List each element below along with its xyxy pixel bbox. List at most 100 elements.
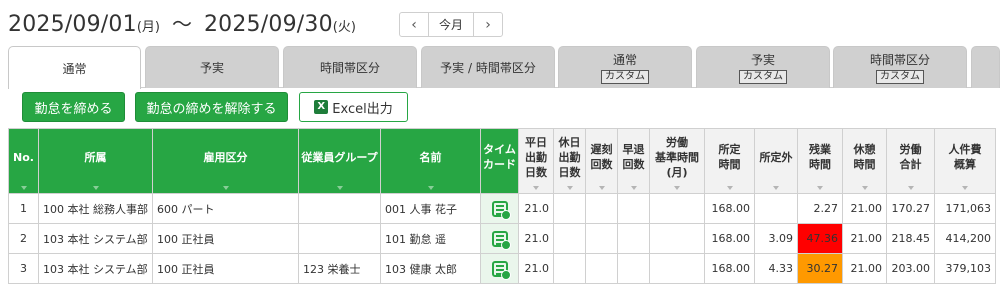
tab-label: 時間帯区分 bbox=[869, 53, 930, 67]
cell-name[interactable]: 103 健康 太郎 bbox=[380, 253, 481, 284]
cell-scheduled: 168.00 bbox=[704, 253, 755, 284]
tab-label: 通常 bbox=[62, 61, 87, 76]
cell-name[interactable]: 001 人事 花子 bbox=[380, 193, 481, 224]
cell-timecard bbox=[480, 253, 519, 284]
cell-late bbox=[585, 253, 618, 284]
col-early[interactable]: 早退 回数 bbox=[617, 128, 650, 194]
cell-labor-total: 218.45 bbox=[886, 223, 935, 254]
cell-name[interactable]: 101 勤怠 遥 bbox=[380, 223, 481, 254]
period-tilde: ～ bbox=[171, 12, 192, 36]
cell-break: 21.00 bbox=[842, 253, 887, 284]
cell-timecard bbox=[480, 193, 519, 224]
excel-icon: X bbox=[314, 100, 329, 114]
period-nav: ‹ 今月 › bbox=[399, 12, 503, 37]
table-row: 3 103 本社 システム部 100 正社員 123 栄養士 103 健康 太郎… bbox=[8, 253, 996, 284]
cell-weekday-days: 21.0 bbox=[518, 223, 554, 254]
timecard-icon[interactable] bbox=[491, 230, 511, 250]
col-scheduled[interactable]: 所定 時間 bbox=[704, 128, 755, 194]
tab-custom-badge: カスタム bbox=[601, 70, 649, 84]
excel-export-button[interactable]: X Excel出力 bbox=[299, 92, 408, 122]
cell-early bbox=[617, 223, 650, 254]
col-overtime[interactable]: 残業 時間 bbox=[797, 128, 843, 194]
col-emp-type[interactable]: 雇用区分 bbox=[152, 128, 299, 194]
tab-time-zone[interactable]: 時間帯区分 bbox=[283, 46, 417, 88]
cell-group bbox=[298, 223, 381, 254]
cell-late bbox=[585, 223, 618, 254]
col-labor-total[interactable]: 労働 合計 bbox=[886, 128, 935, 194]
excel-export-label: Excel出力 bbox=[332, 101, 393, 117]
col-group[interactable]: 従業員グループ bbox=[298, 128, 381, 194]
tab-label: 予実 bbox=[750, 53, 775, 67]
cell-no: 1 bbox=[8, 193, 39, 224]
col-break[interactable]: 休憩 時間 bbox=[842, 128, 887, 194]
cell-scheduled: 168.00 bbox=[704, 223, 755, 254]
cell-labor-base bbox=[649, 223, 705, 254]
cell-weekday-days: 21.0 bbox=[518, 253, 554, 284]
col-cost[interactable]: 人件費 概算 bbox=[934, 128, 996, 194]
cell-no: 3 bbox=[8, 253, 39, 284]
tab-time-zone-custom[interactable]: 時間帯区分 カスタム bbox=[833, 46, 967, 88]
cell-labor-total: 170.27 bbox=[886, 193, 935, 224]
cell-timecard bbox=[480, 223, 519, 254]
col-timecard: タイム カード bbox=[480, 128, 519, 194]
period-start-dow: (月) bbox=[136, 20, 160, 35]
tab-plan-actual-custom[interactable]: 予実 カスタム bbox=[696, 46, 830, 88]
unclose-attendance-button[interactable]: 勤怠の締めを解除する bbox=[135, 92, 288, 122]
timecard-icon[interactable] bbox=[491, 260, 511, 280]
cell-no: 2 bbox=[8, 223, 39, 254]
cell-labor-base bbox=[649, 193, 705, 224]
cell-late bbox=[585, 193, 618, 224]
chevron-left-icon[interactable]: ‹ bbox=[400, 13, 428, 36]
cell-break: 21.00 bbox=[842, 193, 887, 224]
cell-dept: 100 本社 総務人事部 bbox=[38, 193, 153, 224]
tab-custom-badge: カスタム bbox=[739, 70, 787, 84]
cell-early bbox=[617, 253, 650, 284]
tab-normal-custom[interactable]: 通常 カスタム bbox=[558, 46, 692, 88]
table-row: 2 103 本社 システム部 100 正社員 101 勤怠 遥 21.0 168… bbox=[8, 223, 996, 254]
cell-break: 21.00 bbox=[842, 223, 887, 254]
cell-non-scheduled bbox=[754, 193, 798, 224]
col-holiday-days[interactable]: 休日 出勤 日数 bbox=[553, 128, 586, 194]
tab-plan-actual-time-zone[interactable]: 予実 / 時間帯区分 bbox=[421, 46, 555, 88]
cell-early bbox=[617, 193, 650, 224]
tab-more[interactable] bbox=[971, 46, 1000, 88]
view-tabs: 通常 予実 時間帯区分 予実 / 時間帯区分 通常 カスタム 予実 カスタム 時… bbox=[8, 46, 1000, 89]
col-non-scheduled[interactable]: 所定外 bbox=[754, 128, 798, 194]
col-labor-base[interactable]: 労働 基準時間 (月) bbox=[649, 128, 705, 194]
cell-holiday-days bbox=[553, 223, 586, 254]
attendance-table: No. 所属 雇用区分 従業員グループ 名前 タイム カード 平日 出勤 日数 休日出… bbox=[8, 128, 996, 284]
period-start-date: 2025/09/01 bbox=[8, 12, 137, 37]
cell-non-scheduled: 3.09 bbox=[754, 223, 798, 254]
period-header: 2025/09/01 (月) ～ 2025/09/30 (火) bbox=[8, 8, 362, 38]
col-dept[interactable]: 所属 bbox=[38, 128, 153, 194]
cell-emp-type: 600 パート bbox=[152, 193, 299, 224]
cell-group: 123 栄養士 bbox=[298, 253, 381, 284]
col-late[interactable]: 遅刻 回数 bbox=[585, 128, 618, 194]
cell-labor-total: 203.00 bbox=[886, 253, 935, 284]
cell-overtime: 2.27 bbox=[797, 193, 843, 224]
chevron-right-icon[interactable]: › bbox=[474, 13, 502, 36]
cell-holiday-days bbox=[553, 193, 586, 224]
timecard-icon[interactable] bbox=[491, 200, 511, 220]
tab-normal[interactable]: 通常 bbox=[8, 46, 141, 89]
cell-labor-base bbox=[649, 253, 705, 284]
col-no[interactable]: No. bbox=[8, 128, 39, 194]
action-bar: 勤怠を締める 勤怠の締めを解除する X Excel出力 bbox=[0, 88, 1000, 128]
cell-weekday-days: 21.0 bbox=[518, 193, 554, 224]
tab-label: 予実 / 時間帯区分 bbox=[440, 61, 536, 75]
tab-label: 時間帯区分 bbox=[319, 61, 380, 75]
cell-non-scheduled: 4.33 bbox=[754, 253, 798, 284]
cell-dept: 103 本社 システム部 bbox=[38, 223, 153, 254]
cell-overtime: 47.36 bbox=[797, 223, 843, 254]
cell-scheduled: 168.00 bbox=[704, 193, 755, 224]
tab-plan-actual[interactable]: 予実 bbox=[145, 46, 279, 88]
this-month-button[interactable]: 今月 bbox=[428, 13, 474, 36]
close-attendance-button[interactable]: 勤怠を締める bbox=[22, 92, 125, 122]
cell-dept: 103 本社 システム部 bbox=[38, 253, 153, 284]
col-name[interactable]: 名前 bbox=[380, 128, 481, 194]
tab-label: 通常 bbox=[612, 53, 637, 67]
cell-cost: 414,200 bbox=[934, 223, 996, 254]
cell-emp-type: 100 正社員 bbox=[152, 223, 299, 254]
period-end-date: 2025/09/30 bbox=[203, 12, 333, 37]
col-weekday-days[interactable]: 平日 出勤 日数 bbox=[518, 128, 554, 194]
